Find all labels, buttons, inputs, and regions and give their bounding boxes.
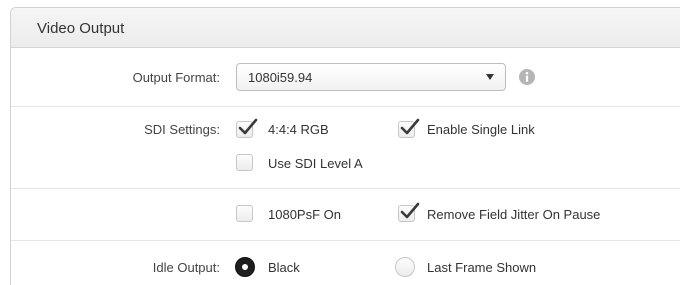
row-divider bbox=[11, 188, 680, 189]
checkmark-icon bbox=[400, 118, 420, 135]
sdi-settings-label: SDI Settings: bbox=[144, 122, 220, 137]
use-sdi-level-a-checkbox[interactable] bbox=[236, 154, 253, 171]
remove-field-jitter-label: Remove Field Jitter On Pause bbox=[427, 207, 601, 222]
output-format-label: Output Format: bbox=[132, 70, 220, 85]
panel-title: Video Output bbox=[37, 20, 125, 37]
checkmark-icon bbox=[238, 118, 258, 135]
idle-black-radio[interactable] bbox=[235, 257, 255, 277]
info-icon[interactable] bbox=[519, 69, 535, 85]
enable-single-link-label: Enable Single Link bbox=[427, 122, 535, 137]
remove-field-jitter-checkbox[interactable] bbox=[398, 202, 420, 222]
psf-1080-checkbox[interactable] bbox=[236, 205, 253, 222]
chevron-down-icon bbox=[486, 74, 494, 80]
enable-single-link-checkbox[interactable] bbox=[398, 118, 420, 138]
idle-output-label: Idle Output: bbox=[152, 260, 220, 275]
idle-black-label: Black bbox=[268, 260, 300, 275]
panel-header: Video Output bbox=[11, 8, 680, 48]
rgb-444-checkbox[interactable] bbox=[236, 118, 258, 138]
idle-last-frame-radio[interactable] bbox=[395, 257, 415, 277]
use-sdi-level-a-label: Use SDI Level A bbox=[268, 156, 363, 171]
row-divider bbox=[11, 240, 680, 241]
row-divider bbox=[11, 106, 680, 107]
output-format-dropdown[interactable]: 1080i59.94 bbox=[236, 63, 506, 91]
output-format-value: 1080i59.94 bbox=[248, 70, 313, 85]
rgb-444-label: 4:4:4 RGB bbox=[268, 122, 329, 137]
idle-last-frame-label: Last Frame Shown bbox=[427, 260, 537, 275]
checkmark-icon bbox=[400, 202, 420, 219]
psf-1080-label: 1080PsF On bbox=[268, 207, 341, 222]
video-output-panel: Video Output Output Format: 1080i59.94 S… bbox=[10, 7, 680, 285]
